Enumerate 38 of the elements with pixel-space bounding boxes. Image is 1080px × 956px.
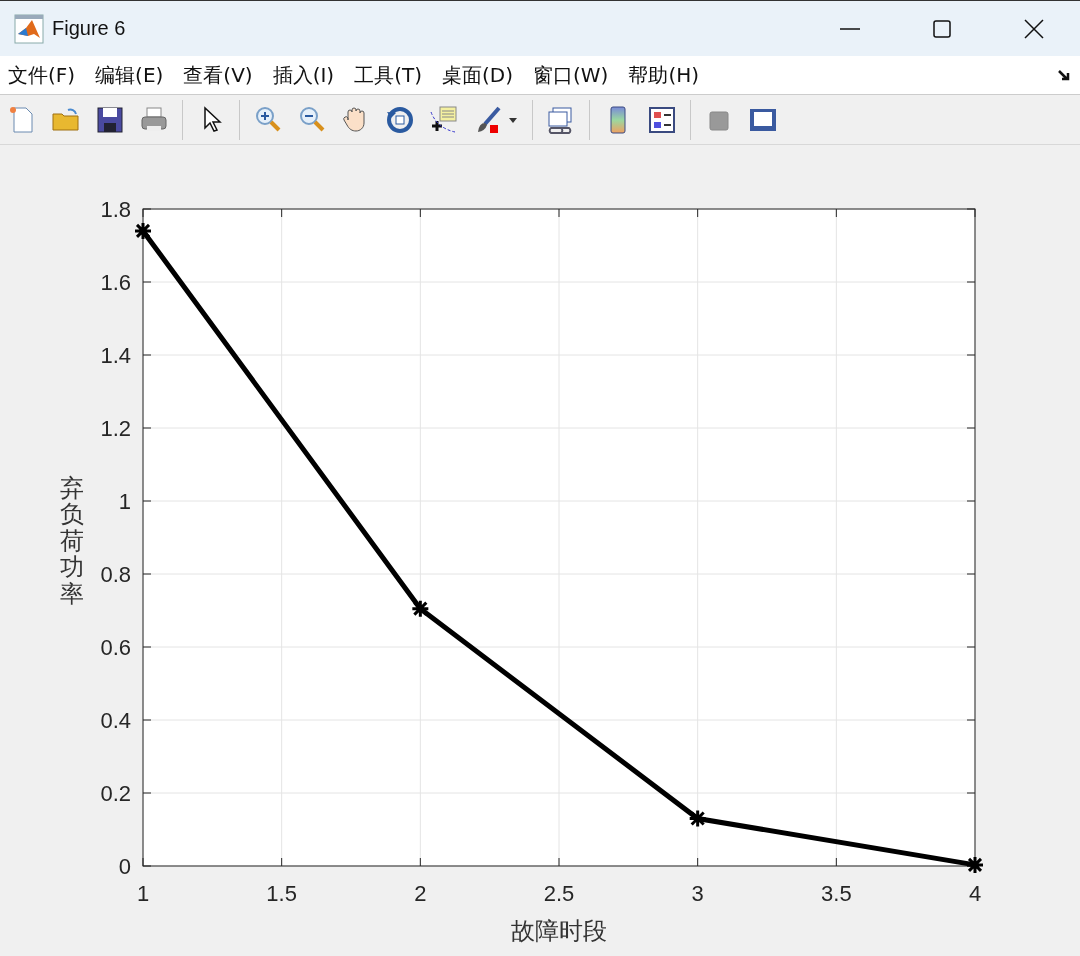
x-tick-label: 2.5 <box>543 881 575 906</box>
menu-item[interactable]: 文件(F) <box>6 61 78 89</box>
minimize-icon <box>840 27 860 30</box>
x-tick-label: 3 <box>691 881 704 906</box>
data-cursor-icon[interactable] <box>428 103 460 136</box>
x-tick-label: 3.5 <box>821 881 852 906</box>
window-title: Figure 6 <box>52 17 126 40</box>
app-logo-icon <box>14 13 44 44</box>
data-point-marker <box>410 599 430 619</box>
y-tick-label: 0.6 <box>100 635 131 660</box>
y-tick-label: 1.2 <box>100 416 131 441</box>
menu-item[interactable]: 桌面(D) <box>440 61 515 89</box>
menu-item[interactable]: 窗口(W) <box>531 61 611 89</box>
menu-item[interactable]: 帮助(H) <box>626 61 702 89</box>
y-tick-label: 1 <box>118 489 131 514</box>
maximize-icon <box>931 17 953 40</box>
menu-item[interactable]: 工具(T) <box>352 61 424 89</box>
data-point-marker <box>965 855 985 875</box>
x-axis-label: 故障时段 <box>511 917 607 945</box>
x-tick-label: 1 <box>136 881 150 906</box>
data-point-marker <box>133 221 153 241</box>
y-tick-label: 1.4 <box>100 343 131 368</box>
menu-item[interactable]: 编辑(E) <box>93 61 166 89</box>
y-tick-label: 1.6 <box>100 270 131 295</box>
x-tick-label: 1.5 <box>266 881 297 906</box>
y-axis-label: 弃负荷功率 <box>60 475 84 607</box>
y-tick-label: 0.2 <box>100 781 131 806</box>
y-tick-label: 1.8 <box>100 197 131 222</box>
x-tick-label: 4 <box>968 881 982 906</box>
x-tick-label: 2 <box>414 881 427 906</box>
y-tick-label: 0.4 <box>100 708 131 733</box>
menu-item[interactable]: 查看(V) <box>181 61 255 89</box>
menu-item[interactable]: 插入(I) <box>270 61 337 89</box>
close-icon <box>1023 17 1045 40</box>
expand-arrow-icon[interactable] <box>1056 67 1072 83</box>
data-point-marker <box>688 809 708 829</box>
y-tick-label: 0 <box>118 854 131 879</box>
y-tick-label: 0.8 <box>100 562 131 587</box>
